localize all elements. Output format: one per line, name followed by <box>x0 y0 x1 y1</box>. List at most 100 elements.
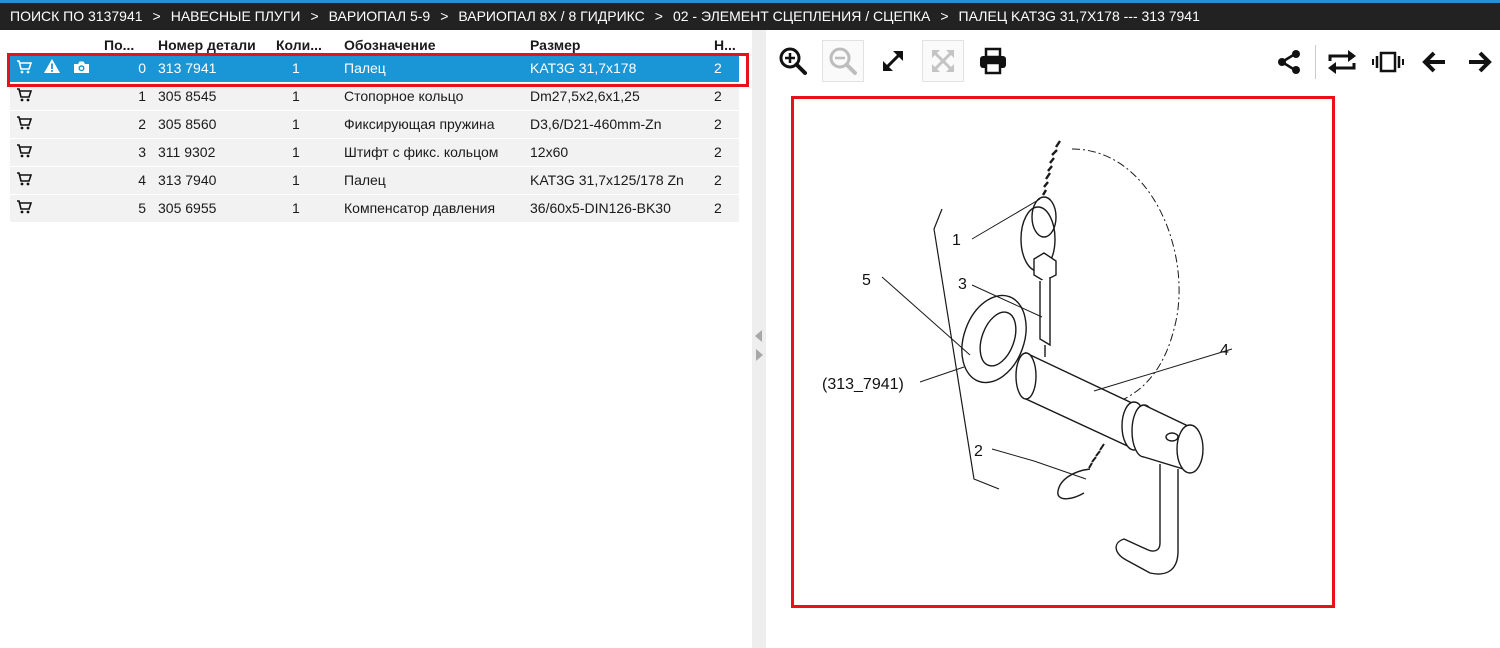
print-icon <box>980 47 1006 75</box>
header-part-number[interactable]: Номер детали <box>152 36 270 54</box>
cart-icon[interactable] <box>16 200 33 217</box>
table-row[interactable]: 0 313 7941 1 Палец KAT3G 31,7x178 2 <box>10 54 739 83</box>
exit-fullscreen-icon <box>931 49 955 73</box>
add-to-cart-cell[interactable] <box>10 54 38 83</box>
exploded-drawing-canvas: 1 2 3 4 5 (313_7941) <box>822 140 1233 575</box>
photo-cell[interactable] <box>68 166 98 195</box>
carousel-icon <box>1372 51 1404 73</box>
exploded-drawing[interactable]: 1 2 3 4 5 (313_7941) <box>791 96 1335 608</box>
header-icon-col <box>10 36 38 54</box>
table-row[interactable]: 2 305 8560 1 Фиксирующая пружина D3,6/D21-46… <box>10 110 739 139</box>
share-button[interactable] <box>1269 42 1309 82</box>
breadcrumb-item-search[interactable]: ПОИСК ПО 3137941 <box>10 8 143 24</box>
collapse-left-icon[interactable] <box>755 330 762 342</box>
cell-size: Dm27,5x2,6x1,25 <box>524 82 708 111</box>
header-icon-col <box>68 36 98 54</box>
cell-pos: 5 <box>98 194 152 223</box>
cell-pos: 1 <box>98 82 152 111</box>
breadcrumb-separator: > <box>152 8 161 24</box>
photo-cell[interactable] <box>68 110 98 139</box>
photo-cell[interactable] <box>68 138 98 167</box>
pane-splitter[interactable] <box>752 30 766 648</box>
breadcrumb-item-model[interactable]: ВАРИОПАЛ 8X / 8 ГИДРИКС <box>458 8 644 24</box>
fullscreen-button[interactable] <box>872 40 914 82</box>
breadcrumb-separator: > <box>310 8 319 24</box>
cell-size: D3,6/D21-460mm-Zn <box>524 110 708 139</box>
cell-designation: Компенсатор давления <box>338 194 524 223</box>
collapse-right-icon[interactable] <box>756 349 763 361</box>
cell-note: 2 <box>708 194 739 223</box>
table-header-row: По... Номер детали Коли... Обозначение Р… <box>10 36 739 54</box>
parts-list-pane: По... Номер детали Коли... Обозначение Р… <box>0 30 752 648</box>
cell-size: KAT3G 31,7x178 <box>524 54 708 83</box>
callout-5[interactable]: 5 <box>862 272 871 289</box>
drawing-viewer-pane: 1 2 3 4 5 (313_7941) <box>766 30 1500 648</box>
table-row[interactable]: 4 313 7940 1 Палец KAT3G 31,7x125/178 Zn 2 <box>10 166 739 195</box>
cell-note: 2 <box>708 110 739 139</box>
cart-icon[interactable] <box>16 144 33 161</box>
add-to-cart-cell[interactable] <box>10 110 38 139</box>
cell-designation: Палец <box>338 166 524 195</box>
add-to-cart-cell[interactable] <box>10 138 38 167</box>
breadcrumb-item-series[interactable]: ВАРИОПАЛ 5-9 <box>329 8 431 24</box>
cell-note: 2 <box>708 54 739 83</box>
callout-2[interactable]: 2 <box>974 443 983 460</box>
cell-part-number: 313 7941 <box>152 54 270 83</box>
add-to-cart-cell[interactable] <box>10 194 38 223</box>
add-to-cart-cell[interactable] <box>10 166 38 195</box>
viewer-toolbar-right <box>1269 42 1500 82</box>
photo-cell[interactable] <box>68 194 98 223</box>
warning-icon[interactable] <box>43 58 61 77</box>
breadcrumb-item-group[interactable]: 02 - ЭЛЕМЕНТ СЦЕПЛЕНИЯ / СЦЕПКА <box>673 8 930 24</box>
breadcrumb-item-category[interactable]: НАВЕСНЫЕ ПЛУГИ <box>171 8 301 24</box>
callout-4[interactable]: 4 <box>1220 342 1229 359</box>
cell-qty: 1 <box>270 194 338 223</box>
header-pos[interactable]: По... <box>98 36 152 54</box>
table-row[interactable]: 1 305 8545 1 Стопорное кольцо Dm27,5x2,6x1,2… <box>10 82 739 111</box>
breadcrumb-item-current: ПАЛЕЦ KAT3G 31,7X178 --- 313 7941 <box>958 8 1200 24</box>
add-to-cart-cell[interactable] <box>10 82 38 111</box>
callout-3[interactable]: 3 <box>958 276 967 293</box>
header-qty[interactable]: Коли... <box>270 36 338 54</box>
next-button[interactable] <box>1460 42 1500 82</box>
previous-button[interactable] <box>1414 42 1454 82</box>
cell-size: KAT3G 31,7x125/178 Zn <box>524 166 708 195</box>
cart-icon[interactable] <box>16 116 33 133</box>
photo-cell[interactable] <box>68 82 98 111</box>
viewer-toolbar-left <box>772 40 1014 82</box>
arrow-right-icon <box>1469 51 1492 73</box>
cart-icon[interactable] <box>16 88 33 105</box>
cell-size: 12x60 <box>524 138 708 167</box>
assembly-label[interactable]: (313_7941) <box>822 376 904 393</box>
arrow-left-icon <box>1422 51 1445 73</box>
zoom-out-button[interactable] <box>822 40 864 82</box>
breadcrumb-separator: > <box>440 8 449 24</box>
exit-fullscreen-button[interactable] <box>922 40 964 82</box>
table-row[interactable]: 5 305 6955 1 Компенсатор давления 36/60x5-DI… <box>10 194 739 223</box>
parts-table: По... Номер детали Коли... Обозначение Р… <box>10 36 739 223</box>
header-note[interactable]: Н... <box>708 36 739 54</box>
zoom-out-icon <box>829 47 857 75</box>
cell-pos: 0 <box>98 54 152 83</box>
breadcrumb-separator: > <box>940 8 949 24</box>
cart-icon[interactable] <box>16 172 33 189</box>
header-designation[interactable]: Обозначение <box>338 36 524 54</box>
callout-1[interactable]: 1 <box>952 232 961 249</box>
carousel-button[interactable] <box>1368 42 1408 82</box>
warning-cell <box>38 138 68 167</box>
header-size[interactable]: Размер <box>524 36 708 54</box>
swap-button[interactable] <box>1322 42 1362 82</box>
cart-icon[interactable] <box>16 59 33 77</box>
breadcrumb: ПОИСК ПО 3137941 > НАВЕСНЫЕ ПЛУГИ > ВАРИОПАЛ… <box>0 0 1500 30</box>
print-button[interactable] <box>972 40 1014 82</box>
zoom-in-button[interactable] <box>772 40 814 82</box>
warning-cell <box>38 166 68 195</box>
photo-cell[interactable] <box>68 54 98 83</box>
camera-icon[interactable] <box>73 60 90 77</box>
cell-size: 36/60x5-DIN126-BK30 <box>524 194 708 223</box>
warning-cell <box>38 82 68 111</box>
cell-pos: 3 <box>98 138 152 167</box>
table-row[interactable]: 3 311 9302 1 Штифт с фикс. кольцом 12x60 2 <box>10 138 739 167</box>
cell-designation: Штифт с фикс. кольцом <box>338 138 524 167</box>
zoom-in-icon <box>779 47 807 75</box>
